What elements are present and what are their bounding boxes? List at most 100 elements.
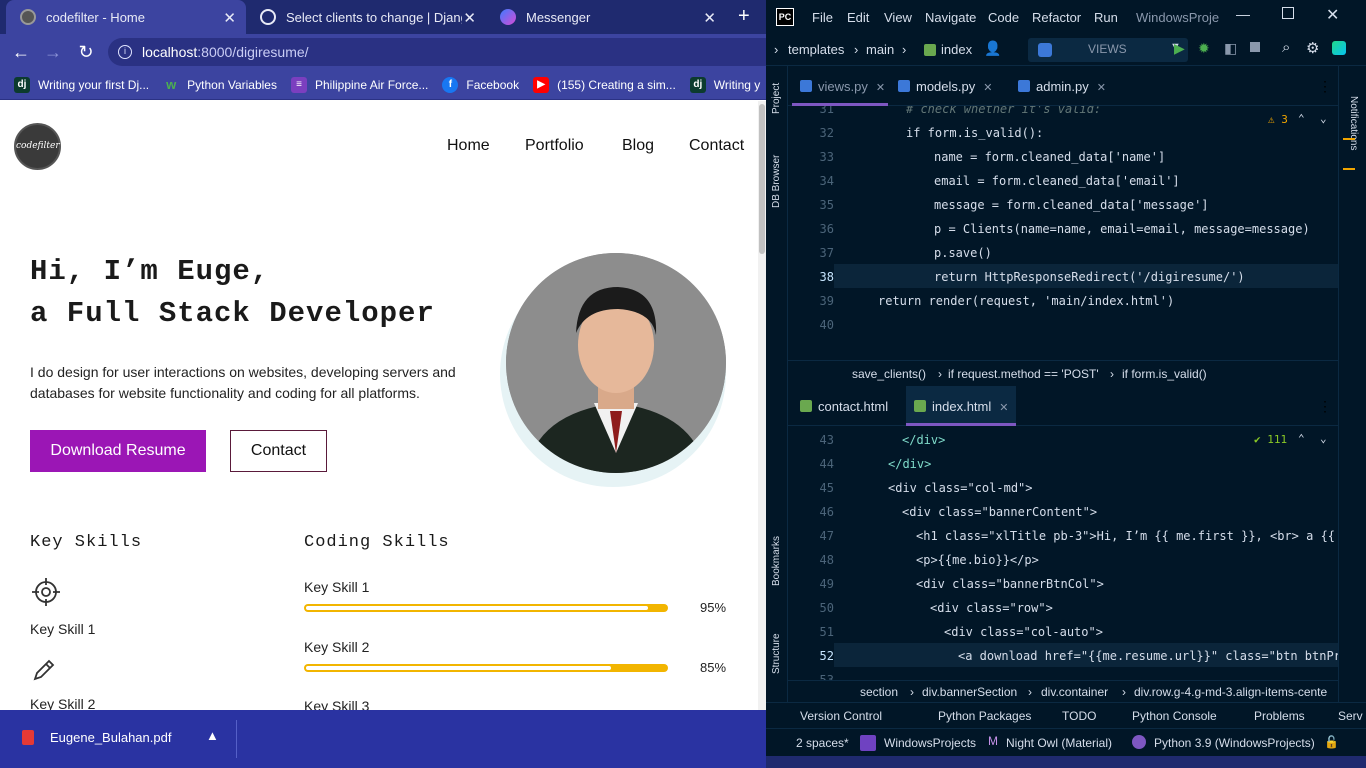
chevron-up-icon[interactable]: ⌃ bbox=[1298, 432, 1305, 445]
menu-navigate[interactable]: Navigate bbox=[925, 10, 976, 25]
inspection-ok-count[interactable]: ✔ 111 bbox=[1254, 433, 1287, 446]
tab-index-html[interactable]: index.html ✕ bbox=[906, 386, 1016, 426]
breadcrumb-main[interactable]: main bbox=[866, 42, 894, 57]
line-number: 51 bbox=[819, 625, 834, 639]
close-icon[interactable]: ✕ bbox=[999, 402, 1008, 414]
tab-admin-py[interactable]: admin.py ✕ bbox=[1010, 66, 1120, 106]
menu-view[interactable]: View bbox=[884, 10, 912, 25]
chevron-up-icon[interactable]: ▲ bbox=[206, 728, 219, 743]
chevron-down-icon[interactable]: ⌄ bbox=[1320, 112, 1327, 125]
theme-name[interactable]: Night Owl (Material) bbox=[1006, 736, 1112, 750]
project-name[interactable]: WindowsProjects bbox=[884, 736, 976, 750]
minimize-icon[interactable]: — bbox=[1236, 6, 1250, 22]
breadcrumb-index[interactable]: index bbox=[941, 42, 972, 57]
new-tab-button[interactable]: + bbox=[738, 5, 750, 28]
site-logo[interactable]: codefilter bbox=[14, 123, 61, 170]
python-interpreter[interactable]: Python 3.9 (WindowsProjects) bbox=[1154, 736, 1315, 750]
address-bar[interactable]: i localhost:8000/digiresume/ bbox=[108, 38, 766, 66]
tool-db-browser[interactable]: DB Browser bbox=[771, 155, 782, 208]
menu-code[interactable]: Code bbox=[988, 10, 1019, 25]
crumb-banner-section[interactable]: div.bannerSection bbox=[922, 681, 1017, 703]
tool-bookmarks[interactable]: Bookmarks bbox=[771, 536, 782, 586]
tab-models-py[interactable]: models.py ✕ bbox=[890, 66, 1002, 106]
close-icon[interactable]: ✕ bbox=[983, 82, 992, 94]
crumb-section[interactable]: section bbox=[860, 681, 898, 703]
close-tab-icon[interactable]: ✕ bbox=[463, 9, 476, 27]
close-icon[interactable]: ✕ bbox=[1097, 82, 1106, 94]
nav-blog[interactable]: Blog bbox=[622, 137, 654, 155]
reload-icon[interactable]: ↻ bbox=[75, 41, 97, 63]
page-scrollbar-thumb[interactable] bbox=[759, 104, 765, 254]
menu-file[interactable]: File bbox=[812, 10, 833, 25]
views-py-editor[interactable]: ⚠ 3 ⌃ ⌄ 31 # check whether it's valid: 3… bbox=[788, 106, 1338, 358]
tab-messenger[interactable]: Messenger ✕ bbox=[486, 0, 726, 34]
bookmark-django-tutorial-2[interactable]: dj Writing y bbox=[689, 76, 760, 93]
maximize-icon[interactable] bbox=[1282, 7, 1294, 19]
nav-contact[interactable]: Contact bbox=[689, 137, 744, 155]
line-number: 45 bbox=[819, 481, 834, 495]
coding-skill-1-bar bbox=[304, 604, 668, 612]
tab-codefilter-home[interactable]: codefilter - Home ✕ bbox=[6, 0, 246, 34]
crumb-if-valid[interactable]: if form.is_valid() bbox=[1122, 361, 1207, 387]
debug-icon[interactable]: ✹ bbox=[1198, 40, 1210, 57]
tool-services[interactable]: Serv bbox=[1338, 709, 1366, 723]
run-config-select[interactable]: VIEWS ▼ bbox=[1028, 38, 1188, 62]
tab-views-py[interactable]: views.py ✕ bbox=[792, 66, 888, 106]
tool-python-packages[interactable]: Python Packages bbox=[938, 709, 1031, 723]
close-tab-icon[interactable]: ✕ bbox=[223, 9, 236, 27]
site-info-icon[interactable]: i bbox=[118, 45, 132, 59]
more-options-icon[interactable]: ⋮ bbox=[1318, 398, 1332, 415]
tool-project[interactable]: Project bbox=[771, 83, 782, 114]
chevron-down-icon[interactable]: ⌄ bbox=[1320, 432, 1327, 445]
user-icon[interactable]: 👤 bbox=[984, 40, 1001, 57]
crumb-container[interactable]: div.container bbox=[1041, 681, 1108, 703]
chevron-up-icon[interactable]: ⌃ bbox=[1298, 112, 1305, 125]
crumb-row[interactable]: div.row.g-4.g-md-3.align-items-cente bbox=[1134, 681, 1338, 703]
gear-icon[interactable]: ⚙ bbox=[1306, 39, 1319, 57]
tool-version-control[interactable]: Version Control bbox=[800, 709, 882, 723]
search-icon[interactable]: ⌕ bbox=[1282, 39, 1290, 56]
back-arrow-icon[interactable]: ← bbox=[10, 41, 32, 63]
run-icon[interactable]: ▶ bbox=[1174, 40, 1185, 57]
crumb-if-post[interactable]: if request.method == 'POST' bbox=[948, 361, 1099, 387]
tool-structure[interactable]: Structure bbox=[771, 633, 782, 674]
tab-django-clients[interactable]: Select clients to change | Django ✕ bbox=[246, 0, 486, 34]
download-item[interactable]: Eugene_Bulahan.pdf bbox=[22, 730, 171, 745]
close-window-icon[interactable]: ✕ bbox=[1326, 5, 1339, 25]
coding-skills-title: Coding Skills bbox=[304, 533, 450, 552]
nav-home[interactable]: Home bbox=[447, 137, 490, 155]
python-file-icon bbox=[800, 80, 812, 92]
tab-contact-html[interactable]: contact.html bbox=[792, 386, 902, 426]
tool-python-console[interactable]: Python Console bbox=[1132, 709, 1217, 723]
nav-portfolio[interactable]: Portfolio bbox=[525, 137, 584, 155]
crumb-function[interactable]: save_clients() bbox=[852, 361, 926, 387]
lock-icon[interactable]: 🔓 bbox=[1324, 735, 1339, 749]
tool-notifications[interactable]: Notifications bbox=[1348, 96, 1359, 150]
chrome-tab-favicon-icon bbox=[20, 9, 36, 25]
index-html-editor[interactable]: ✔ 111 ⌃ ⌄ 43 </div> 44 </div> 45 <div cl… bbox=[788, 426, 1338, 680]
contact-button[interactable]: Contact bbox=[230, 430, 327, 472]
ide-title-bar: PC File Edit View Navigate Code Refactor… bbox=[766, 0, 1366, 34]
close-icon[interactable]: ✕ bbox=[876, 82, 885, 94]
coverage-icon[interactable]: ◧ bbox=[1224, 40, 1237, 57]
tool-problems[interactable]: Problems bbox=[1254, 709, 1305, 723]
bookmark-django-tutorial[interactable]: dj Writing your first Dj... bbox=[14, 76, 149, 93]
tool-todo[interactable]: TODO bbox=[1062, 709, 1096, 723]
bookmark-philippine-air-force[interactable]: ≡ Philippine Air Force... bbox=[290, 76, 428, 93]
bookmark-facebook[interactable]: f Facebook bbox=[442, 76, 519, 93]
menu-refactor[interactable]: Refactor bbox=[1032, 10, 1081, 25]
bookmark-python-variables[interactable]: w Python Variables bbox=[163, 77, 277, 93]
menu-edit[interactable]: Edit bbox=[847, 10, 869, 25]
stop-icon[interactable] bbox=[1250, 42, 1260, 52]
jetbrains-icon[interactable] bbox=[1332, 41, 1346, 55]
bookmark-youtube[interactable]: ▶ (155) Creating a sim... bbox=[533, 76, 676, 93]
forward-arrow-icon[interactable]: → bbox=[42, 41, 64, 63]
menu-run[interactable]: Run bbox=[1094, 10, 1118, 25]
warning-count-number: 3 bbox=[1281, 113, 1288, 126]
close-tab-icon[interactable]: ✕ bbox=[703, 9, 716, 27]
warning-count[interactable]: ⚠ 3 bbox=[1268, 113, 1288, 126]
indent-setting[interactable]: 2 spaces* bbox=[796, 736, 849, 750]
breadcrumb-templates[interactable]: templates bbox=[788, 42, 844, 57]
more-options-icon[interactable]: ⋮ bbox=[1318, 78, 1332, 95]
download-resume-button[interactable]: Download Resume bbox=[30, 430, 206, 472]
